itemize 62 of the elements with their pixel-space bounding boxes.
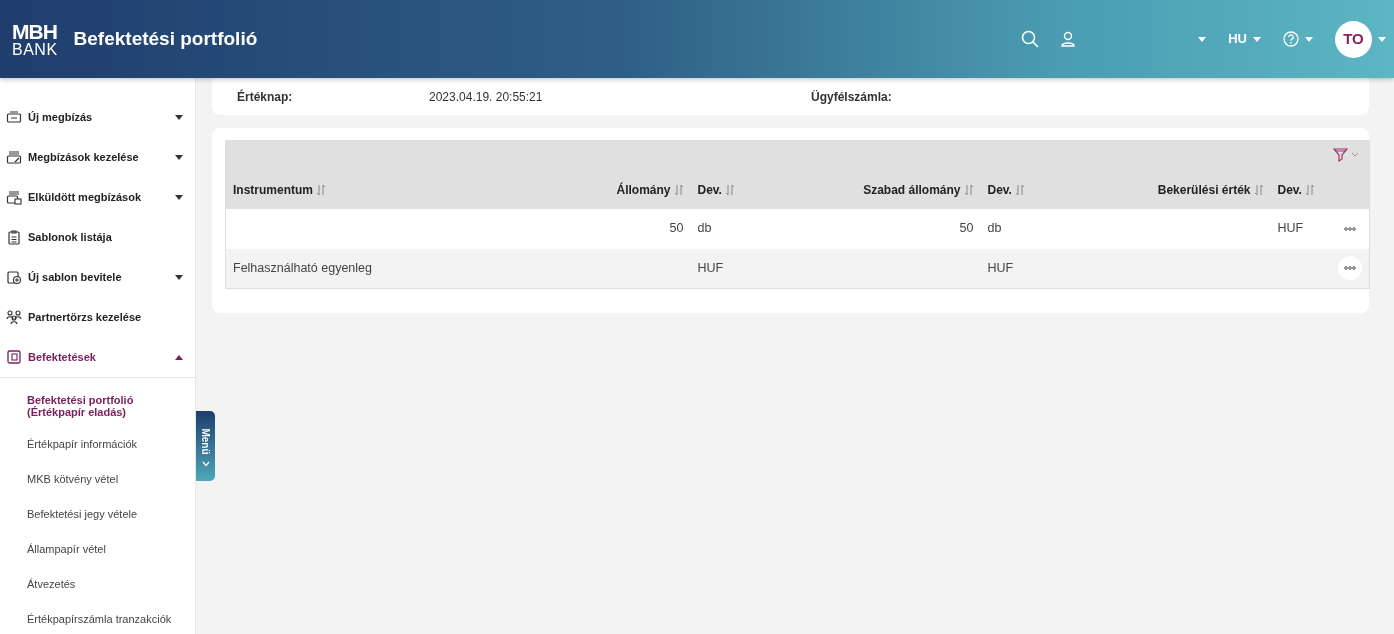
caret-icon bbox=[1253, 36, 1261, 42]
table-cell: HUF bbox=[1277, 221, 1304, 236]
submenu-item[interactable]: Értékpapírszámla tranzakciók bbox=[0, 598, 195, 633]
table-cell: db bbox=[697, 221, 712, 236]
people-icon bbox=[6, 309, 22, 325]
sort-icon bbox=[1304, 183, 1315, 196]
sort-icon bbox=[1253, 183, 1264, 196]
page-title: Befektetési portfolió bbox=[73, 26, 258, 51]
caret-icon bbox=[1305, 36, 1313, 42]
bank-logo[interactable]: MBH BANK bbox=[12, 20, 58, 58]
sidebar-item[interactable]: Új megbízás bbox=[0, 97, 195, 137]
help-button[interactable] bbox=[1283, 31, 1313, 47]
sidebar-item[interactable]: Új sablon bevitele bbox=[0, 257, 195, 297]
sort-icon bbox=[673, 183, 684, 196]
submenu-item[interactable]: Állampapír vétel bbox=[0, 528, 195, 563]
sidebar-item[interactable]: Befektetések bbox=[0, 337, 195, 377]
sidebar-item[interactable]: Partnertörzs kezelése bbox=[0, 297, 195, 337]
clipboard-icon bbox=[6, 229, 22, 245]
column-header[interactable]: Instrumentum bbox=[233, 180, 326, 199]
more-button[interactable] bbox=[1337, 256, 1362, 281]
list-mail-icon bbox=[6, 189, 22, 205]
caret-icon bbox=[1378, 36, 1386, 42]
table-cell: 50 bbox=[959, 221, 974, 236]
table-cell: HUF bbox=[697, 260, 724, 275]
sort-icon bbox=[724, 183, 735, 196]
sidebar-item[interactable]: Megbízások kezelése bbox=[0, 137, 195, 177]
sidebar-item[interactable]: Elküldött megbízások bbox=[0, 177, 195, 217]
search-button[interactable] bbox=[1021, 30, 1040, 48]
chevron-icon bbox=[201, 460, 210, 467]
list-edit-icon bbox=[6, 149, 22, 165]
search-icon bbox=[1021, 30, 1040, 48]
filter-button[interactable] bbox=[1333, 147, 1359, 162]
filter-icon bbox=[1333, 147, 1348, 162]
user-icon bbox=[1061, 31, 1076, 47]
table-cell: Felhasználható egyenleg bbox=[233, 260, 372, 275]
help-icon bbox=[1283, 31, 1299, 47]
table-cell: HUF bbox=[987, 260, 1014, 275]
submenu-item[interactable]: MKB kötvény vétel bbox=[0, 458, 195, 493]
sort-icon bbox=[963, 183, 974, 196]
table-cell: db bbox=[987, 221, 1002, 236]
submenu-item[interactable]: Befektetési jegy vétele bbox=[0, 493, 195, 528]
avatar: TO bbox=[1335, 20, 1372, 58]
book-icon bbox=[6, 349, 22, 365]
field-value: 2023.04.19. 20:55:21 bbox=[429, 88, 544, 106]
submenu-item[interactable]: Átvezetés bbox=[0, 563, 195, 598]
chevron-icon bbox=[1351, 152, 1359, 157]
field-label: Ügyfélszámla: bbox=[811, 88, 892, 106]
submenu-item[interactable]: Befektetési portfolió (Értékpapír eladás) bbox=[0, 378, 150, 423]
add-template-icon bbox=[6, 269, 22, 285]
menu-toggle-tab[interactable]: Menü bbox=[196, 411, 215, 481]
sort-icon bbox=[1014, 183, 1025, 196]
more-icon bbox=[1343, 266, 1356, 271]
sort-icon bbox=[316, 183, 326, 196]
field-label: Értéknap: bbox=[237, 88, 294, 106]
profile-button[interactable]: TO bbox=[1335, 20, 1386, 58]
sidebar-item[interactable]: Sablonok listája bbox=[0, 217, 195, 257]
form-icon bbox=[6, 109, 22, 125]
submenu-item[interactable]: Értékpapír információk bbox=[0, 423, 195, 458]
caret-icon bbox=[1198, 36, 1207, 42]
user-menu-button[interactable] bbox=[1061, 31, 1207, 47]
table-cell: 50 bbox=[669, 221, 684, 236]
more-icon bbox=[1343, 226, 1356, 231]
